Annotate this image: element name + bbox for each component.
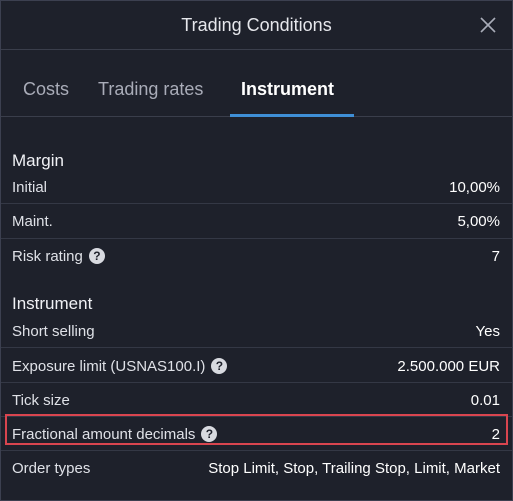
row-divider — [1, 347, 512, 348]
row-label: Tick size — [12, 391, 70, 409]
trading-conditions-dialog: Trading Conditions Costs Trading rates I… — [0, 0, 513, 501]
margin-row-maint: Maint. 5,00% — [1, 204, 512, 238]
row-label: Exposure limit (USNAS100.I) ? — [12, 357, 228, 375]
row-value: 2 — [491, 425, 500, 443]
dialog-title: Trading Conditions — [181, 14, 332, 35]
row-value: 7 — [491, 247, 500, 265]
help-icon[interactable]: ? — [88, 248, 105, 264]
instrument-row-tick-size: Tick size 0.01 — [1, 383, 512, 417]
tab-instrument[interactable]: Instrument — [241, 79, 334, 100]
row-label: Short selling — [12, 322, 95, 340]
tab-bar: Costs Trading rates Instrument — [1, 50, 512, 117]
row-value: 10,00% — [449, 178, 500, 196]
fractional-decimals-label: Fractional amount decimals — [12, 425, 196, 443]
help-icon[interactable]: ? — [201, 426, 218, 442]
row-label: Risk rating ? — [12, 248, 105, 265]
row-label: Order types — [12, 459, 91, 477]
row-label: Fractional amount decimals ? — [12, 425, 218, 443]
row-label: Initial — [12, 178, 48, 196]
row-value: 2.500.000 EUR — [397, 357, 500, 375]
margin-row-initial: Initial 10,00% — [1, 170, 512, 204]
help-icon[interactable]: ? — [211, 358, 228, 374]
dialog-header: Trading Conditions — [1, 1, 512, 50]
margin-heading: Margin — [12, 151, 64, 170]
row-label: Maint. — [12, 212, 53, 230]
instrument-row-exposure-limit: Exposure limit (USNAS100.I) ? 2.500.000 … — [1, 349, 512, 383]
tab-trading-rates[interactable]: Trading rates — [98, 79, 203, 100]
row-value: 0.01 — [470, 391, 500, 409]
margin-row-risk-rating: Risk rating ? 7 — [1, 239, 512, 273]
instrument-row-short-selling: Short selling Yes — [1, 314, 512, 348]
instrument-heading: Instrument — [12, 294, 93, 313]
risk-rating-label: Risk rating — [12, 247, 83, 265]
row-value: 5,00% — [457, 212, 500, 230]
close-icon[interactable] — [478, 15, 498, 35]
active-tab-indicator — [230, 114, 354, 117]
instrument-row-fractional-decimals: Fractional amount decimals ? 2 — [1, 417, 512, 451]
row-value: Yes — [475, 322, 500, 340]
tab-costs[interactable]: Costs — [23, 79, 69, 100]
row-value: Stop Limit, Stop, Trailing Stop, Limit, … — [208, 459, 500, 477]
instrument-row-order-types: Order types Stop Limit, Stop, Trailing S… — [1, 451, 512, 485]
exposure-limit-label: Exposure limit (USNAS100.I) — [12, 357, 206, 375]
